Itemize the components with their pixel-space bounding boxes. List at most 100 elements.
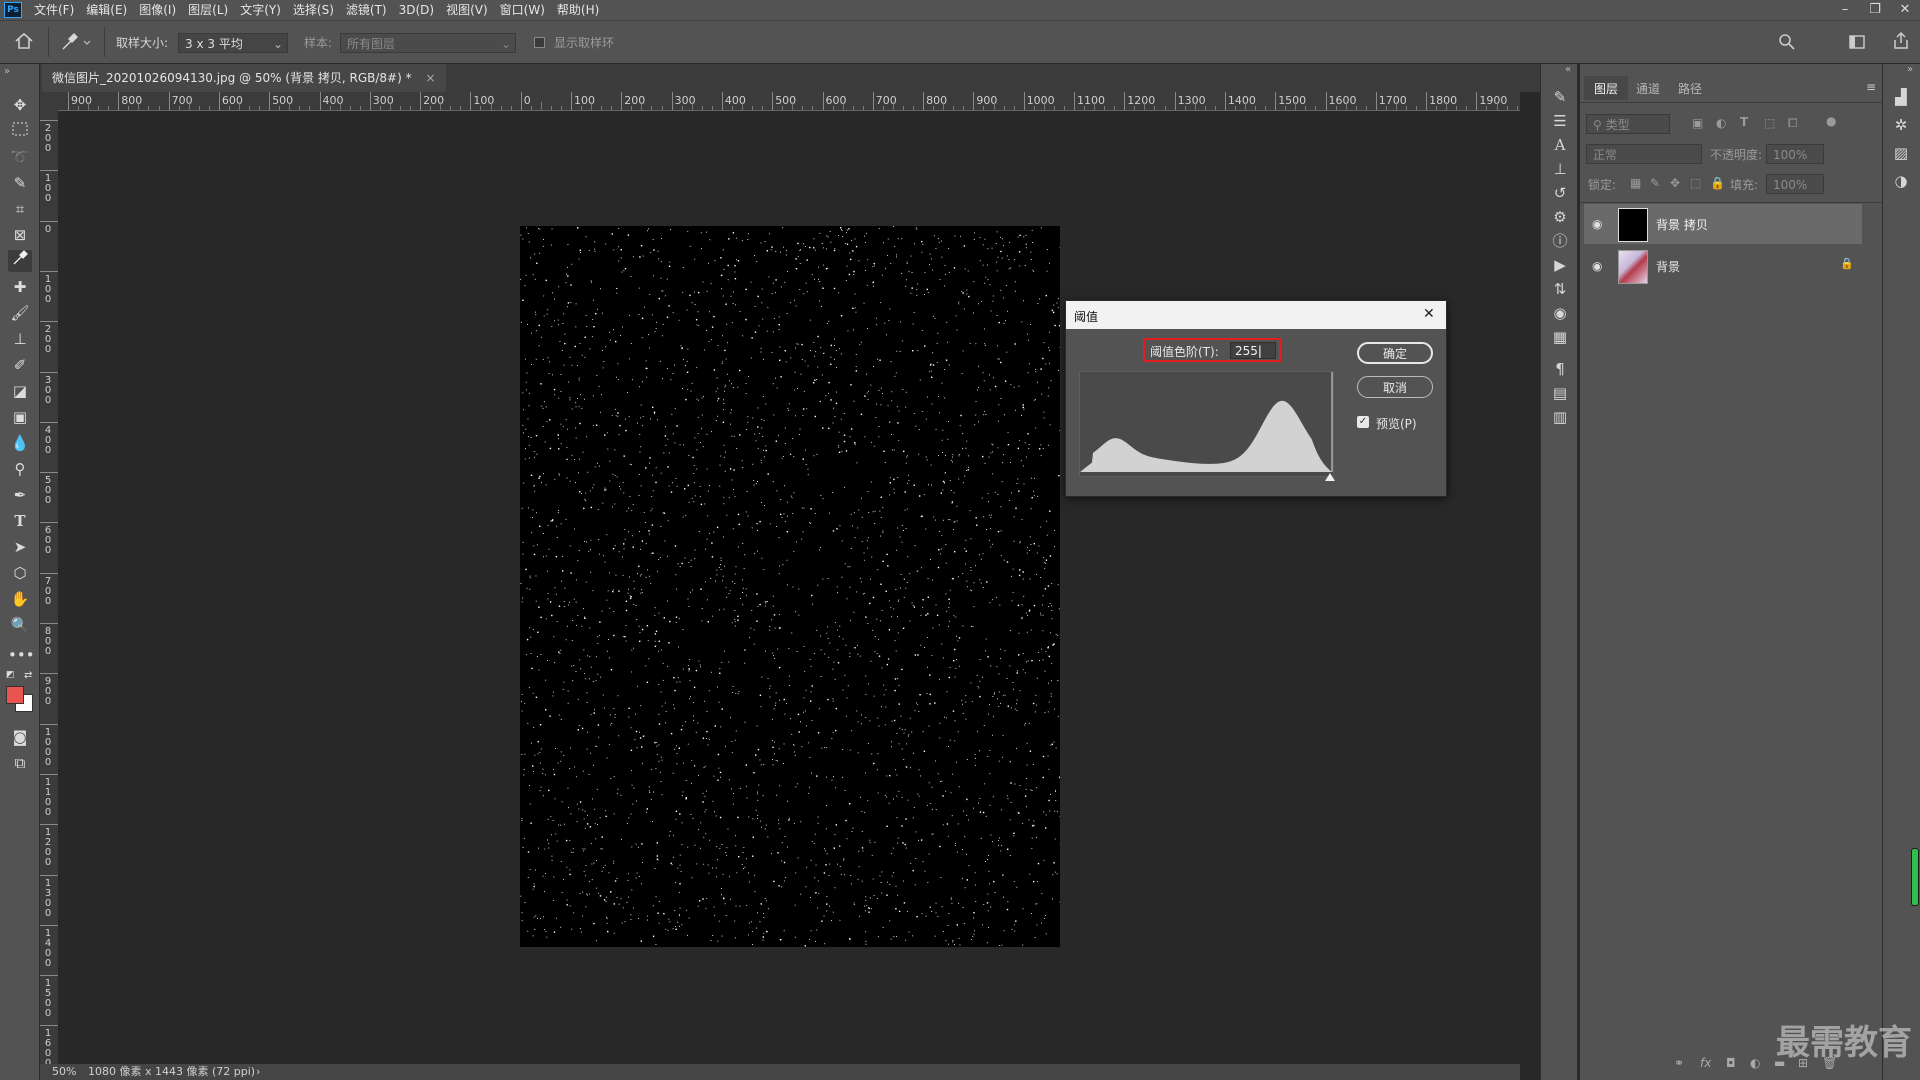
document-tab[interactable]: 微信图片_20201026094130.jpg @ 50% (背景 拷贝, RG…: [42, 64, 446, 92]
lock-artboard-icon[interactable]: ⬚: [1690, 176, 1701, 190]
preview-checkbox[interactable]: ✓: [1357, 416, 1369, 428]
status-menu-arrow[interactable]: ›: [256, 1064, 260, 1080]
menu-layer[interactable]: 图层(L): [182, 0, 234, 20]
cancel-button[interactable]: 取消: [1357, 376, 1433, 398]
pen-tool-icon[interactable]: ✒: [8, 484, 32, 506]
tab-paths[interactable]: 路径: [1678, 80, 1702, 97]
zoom-tool-icon[interactable]: 🔍: [8, 614, 32, 636]
gradient-tool-icon[interactable]: ▣: [8, 406, 32, 428]
restore-button[interactable]: ❐: [1860, 0, 1890, 20]
collapse-icon[interactable]: »: [1907, 64, 1913, 75]
threshold-slider-handle[interactable]: [1325, 473, 1335, 481]
histogram-icon[interactable]: ▟: [1890, 86, 1912, 108]
menu-help[interactable]: 帮助(H): [551, 0, 605, 20]
dodge-tool-icon[interactable]: ⚲: [8, 458, 32, 480]
history-icon[interactable]: ↺: [1549, 182, 1571, 204]
threshold-level-input[interactable]: 255|: [1230, 342, 1276, 359]
layer-style-icon[interactable]: fx: [1700, 1056, 1711, 1070]
home-icon[interactable]: [14, 32, 36, 52]
filter-type-icon[interactable]: T: [1740, 115, 1748, 129]
default-colors-icon[interactable]: ◩: [6, 670, 15, 680]
layer-filter-select[interactable]: ⚲ 类型: [1586, 114, 1670, 134]
visibility-eye-icon[interactable]: ◉: [1592, 217, 1602, 231]
filter-toggle-icon[interactable]: ●: [1826, 114, 1836, 128]
info-icon[interactable]: ⓘ: [1549, 230, 1571, 252]
tab-channels[interactable]: 通道: [1636, 80, 1660, 97]
lock-position-icon[interactable]: ✥: [1670, 176, 1680, 190]
dialog-title-bar[interactable]: 阈值 ✕: [1066, 301, 1446, 329]
menu-window[interactable]: 窗口(W): [494, 0, 551, 20]
quick-select-tool-icon[interactable]: ✎: [8, 172, 32, 194]
path-select-tool-icon[interactable]: ➤: [8, 536, 32, 558]
menu-view[interactable]: 视图(V): [440, 0, 494, 20]
marquee-tool-icon[interactable]: [8, 120, 32, 142]
history-brush-tool-icon[interactable]: ✐: [8, 354, 32, 376]
shape-tool-icon[interactable]: ⬡: [8, 562, 32, 584]
channels-mixer-icon[interactable]: ⇅: [1549, 278, 1571, 300]
panel-menu-icon[interactable]: ≡: [1866, 80, 1876, 94]
foreground-color-swatch[interactable]: [6, 686, 24, 704]
zoom-level[interactable]: 50%: [52, 1064, 76, 1080]
clone-source-icon[interactable]: ⊥: [1549, 158, 1571, 180]
horizontal-ruler[interactable]: 900 800 700 600 500 400 300 200 100 0 100 200 300 400…: [58, 92, 1520, 111]
close-tab-icon[interactable]: ×: [425, 71, 435, 85]
navigator-icon[interactable]: ✲: [1890, 114, 1912, 136]
minimize-button[interactable]: –: [1830, 0, 1860, 20]
hand-tool-icon[interactable]: ✋: [8, 588, 32, 610]
filter-pixel-icon[interactable]: ▣: [1692, 116, 1703, 130]
layer-name[interactable]: 背景 拷贝: [1656, 216, 1708, 233]
screen-mode-icon[interactable]: ⧉: [8, 752, 32, 774]
eyedropper-preset-icon[interactable]: [60, 32, 94, 52]
menu-edit[interactable]: 编辑(E): [80, 0, 133, 20]
character-icon[interactable]: A: [1549, 134, 1571, 156]
quick-mask-icon[interactable]: ◙: [8, 726, 32, 748]
document-canvas[interactable]: [520, 226, 1060, 947]
swap-colors-icon[interactable]: ⇄: [24, 670, 32, 681]
close-window-button[interactable]: ✕: [1890, 0, 1920, 20]
vertical-ruler[interactable]: 2 0 0 1 0 0 0 1 0 0 2 0 0 3 0 0 4 0 0 5 0 0 6 0 …: [40, 110, 59, 1065]
add-mask-icon[interactable]: ◘: [1726, 1056, 1736, 1070]
libraries-icon[interactable]: ▨: [1890, 142, 1912, 164]
adjustment-layer-icon[interactable]: ◐: [1750, 1056, 1760, 1070]
collapse-icon[interactable]: »: [4, 66, 10, 77]
lock-all-icon[interactable]: 🔒: [1710, 176, 1725, 190]
filter-smart-object-icon[interactable]: ⧠: [1788, 116, 1798, 131]
blur-tool-icon[interactable]: 💧: [8, 432, 32, 454]
collapse-icon[interactable]: «: [1565, 64, 1571, 75]
paragraph-icon[interactable]: ¶: [1549, 358, 1571, 380]
sample-size-select[interactable]: 3 x 3 平均 ⌄: [178, 33, 288, 53]
frame-tool-icon[interactable]: ⊠: [8, 224, 32, 246]
table-icon[interactable]: ▦: [1549, 326, 1571, 348]
filter-shape-icon[interactable]: ⬚: [1764, 116, 1775, 130]
share-icon[interactable]: [1892, 31, 1910, 54]
visibility-eye-icon[interactable]: ◉: [1592, 259, 1602, 273]
adjustments-icon[interactable]: ☰: [1549, 110, 1571, 132]
menu-type[interactable]: 文字(Y): [234, 0, 287, 20]
healing-tool-icon[interactable]: ✚: [8, 276, 32, 298]
layer-name[interactable]: 背景: [1656, 258, 1680, 275]
actions-play-icon[interactable]: ▶: [1549, 254, 1571, 276]
sample-select[interactable]: 所有图层 ⌄: [340, 33, 516, 53]
blend-mode-select[interactable]: 正常: [1586, 144, 1702, 164]
crop-tool-icon[interactable]: ⌗: [8, 198, 32, 220]
notes-icon[interactable]: ▥: [1549, 406, 1571, 428]
more-tools-icon[interactable]: •••: [8, 644, 35, 666]
adjustments-panel-icon[interactable]: ◑: [1890, 170, 1912, 192]
clone-stamp-tool-icon[interactable]: ⊥: [8, 328, 32, 350]
ruler-corner[interactable]: [40, 92, 58, 110]
layer-row-background[interactable]: ◉ 背景 🔒: [1584, 246, 1862, 286]
lasso-tool-icon[interactable]: ➰: [8, 146, 32, 168]
ok-button[interactable]: 确定: [1357, 342, 1433, 364]
type-tool-icon[interactable]: T: [8, 510, 32, 532]
brush-tool-icon[interactable]: 🖌: [8, 302, 32, 324]
properties-icon[interactable]: ⚙: [1549, 206, 1571, 228]
search-icon[interactable]: [1778, 33, 1796, 54]
color-icon[interactable]: ◉: [1549, 302, 1571, 324]
link-layers-icon[interactable]: ⚭: [1674, 1056, 1684, 1070]
scroll-indicator[interactable]: [1911, 848, 1919, 906]
workspace-icon[interactable]: [1848, 33, 1866, 54]
tab-layers[interactable]: 图层: [1594, 80, 1618, 97]
glyphs-icon[interactable]: ▤: [1549, 382, 1571, 404]
move-tool-icon[interactable]: ✥: [8, 94, 32, 116]
menu-3d[interactable]: 3D(D): [393, 0, 440, 20]
